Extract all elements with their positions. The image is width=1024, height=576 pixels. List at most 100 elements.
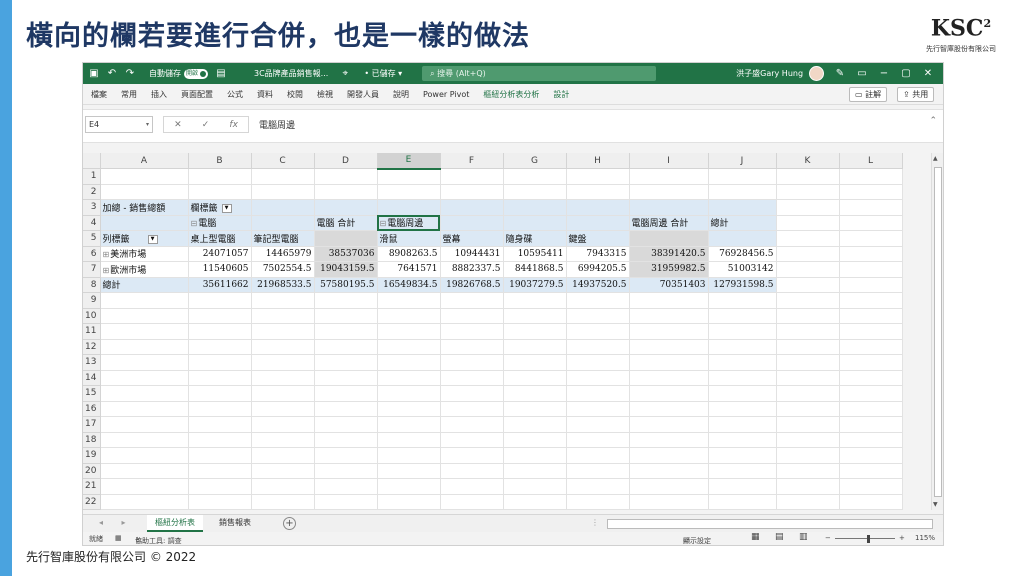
tab-page-layout[interactable]: 頁面配置 — [181, 89, 213, 100]
cell[interactable] — [566, 401, 630, 417]
cell[interactable] — [314, 370, 378, 386]
cell[interactable] — [629, 354, 709, 371]
cell[interactable] — [503, 494, 567, 510]
cell[interactable] — [188, 385, 252, 402]
pivot-subtotal-header[interactable]: 電腦周邊 合計 — [629, 215, 709, 231]
row-header[interactable]: 17 — [83, 416, 101, 433]
cell[interactable] — [503, 184, 567, 200]
zoom-out-button[interactable]: − — [825, 534, 831, 542]
cell[interactable] — [440, 339, 504, 355]
cell[interactable]: 70351403 — [629, 277, 709, 293]
cell[interactable] — [100, 447, 189, 464]
cell[interactable] — [377, 354, 441, 371]
column-header-h[interactable]: H — [566, 153, 630, 169]
row-header[interactable]: 1 — [83, 168, 101, 185]
expand-icon[interactable]: ⊞ — [103, 250, 110, 259]
cell[interactable]: 8908263.5 — [377, 246, 441, 262]
cell[interactable] — [314, 432, 378, 448]
cell[interactable] — [629, 478, 709, 495]
tab-power-pivot[interactable]: Power Pivot — [423, 90, 469, 99]
file-name[interactable]: 3C品牌產品銷售報... — [254, 68, 328, 79]
user-name[interactable]: 洪子盛Gary Hung — [736, 68, 803, 79]
pivot-value-label[interactable]: 加總 - 銷售總額 — [100, 199, 189, 216]
cell[interactable] — [839, 168, 903, 185]
cell[interactable] — [503, 292, 567, 309]
cell[interactable] — [708, 385, 777, 402]
cell[interactable] — [314, 339, 378, 355]
cell[interactable] — [251, 215, 315, 231]
cell[interactable]: 7943315 — [566, 246, 630, 262]
cell[interactable] — [188, 184, 252, 200]
cell[interactable] — [708, 308, 777, 324]
cell[interactable] — [100, 354, 189, 371]
cell[interactable]: 8441868.5 — [503, 261, 567, 278]
cell[interactable] — [503, 199, 567, 216]
cell[interactable] — [708, 463, 777, 479]
scroll-up-icon[interactable]: ▲ — [933, 155, 938, 162]
cell[interactable] — [839, 184, 903, 200]
zoom-slider-knob[interactable] — [867, 535, 870, 543]
cell[interactable] — [188, 416, 252, 433]
pen-icon[interactable]: ✎ — [829, 68, 851, 79]
cell[interactable] — [251, 370, 315, 386]
cell[interactable] — [839, 432, 903, 448]
cell[interactable] — [440, 215, 504, 231]
cell[interactable] — [377, 370, 441, 386]
cell[interactable] — [708, 401, 777, 417]
cell[interactable] — [377, 432, 441, 448]
cell[interactable] — [629, 401, 709, 417]
comments-button[interactable]: ▭ 註解 — [849, 87, 888, 102]
redo-icon[interactable]: ↷ — [123, 68, 137, 79]
cell[interactable] — [188, 401, 252, 417]
cell[interactable] — [708, 168, 777, 185]
expand-formula-icon[interactable]: ⌃ — [929, 116, 937, 126]
cell[interactable]: 51003142 — [708, 261, 777, 278]
cell[interactable]: 6994205.5 — [566, 261, 630, 278]
cell[interactable]: 10595411 — [503, 246, 567, 262]
zoom-level[interactable]: 115% — [915, 534, 935, 542]
cell[interactable] — [503, 416, 567, 433]
insert-function-icon[interactable]: fx — [229, 120, 238, 130]
cell[interactable] — [188, 354, 252, 371]
row-header[interactable]: 7 — [83, 261, 101, 278]
cell[interactable] — [440, 292, 504, 309]
cell[interactable]: 21968533.5 — [251, 277, 315, 293]
cell[interactable] — [440, 308, 504, 324]
restore-icon[interactable]: ▢ — [895, 68, 917, 79]
cell[interactable] — [839, 292, 903, 309]
pivot-item-header[interactable]: 隨身碟 — [503, 230, 567, 247]
pivot-item-header[interactable]: 筆記型電腦 — [251, 230, 315, 247]
cell[interactable] — [503, 385, 567, 402]
cell[interactable] — [377, 292, 441, 309]
cell[interactable] — [377, 416, 441, 433]
cell[interactable] — [377, 463, 441, 479]
cell[interactable]: 7641571 — [377, 261, 441, 278]
cell[interactable] — [708, 230, 777, 247]
cell[interactable] — [708, 354, 777, 371]
cell[interactable] — [839, 308, 903, 324]
sheet-nav-arrows[interactable]: ◂ ▸ — [99, 518, 134, 527]
name-box[interactable]: E4 ▾ — [85, 116, 153, 133]
cell[interactable] — [251, 401, 315, 417]
cell[interactable] — [100, 401, 189, 417]
cell[interactable] — [629, 308, 709, 324]
cell[interactable] — [629, 184, 709, 200]
row-header[interactable]: 3 — [83, 199, 101, 216]
cell[interactable] — [776, 215, 840, 231]
cell[interactable] — [377, 494, 441, 510]
zoom-slider[interactable] — [835, 538, 895, 539]
pivot-column-labels-cell[interactable]: 欄標籤 ▼ — [188, 199, 252, 216]
row-header[interactable]: 5 — [83, 230, 101, 247]
cell[interactable] — [100, 494, 189, 510]
cell[interactable] — [629, 432, 709, 448]
cell[interactable] — [776, 184, 840, 200]
row-header[interactable]: 4 — [83, 215, 101, 231]
cell[interactable] — [776, 494, 840, 510]
cell[interactable] — [377, 323, 441, 340]
row-header[interactable]: 12 — [83, 339, 101, 355]
pivot-row-labels-cell[interactable]: 列標籤 ▼ — [100, 230, 189, 247]
cell[interactable] — [251, 385, 315, 402]
cell[interactable] — [776, 447, 840, 464]
cell[interactable] — [440, 168, 504, 185]
cell[interactable]: 19826768.5 — [440, 277, 504, 293]
